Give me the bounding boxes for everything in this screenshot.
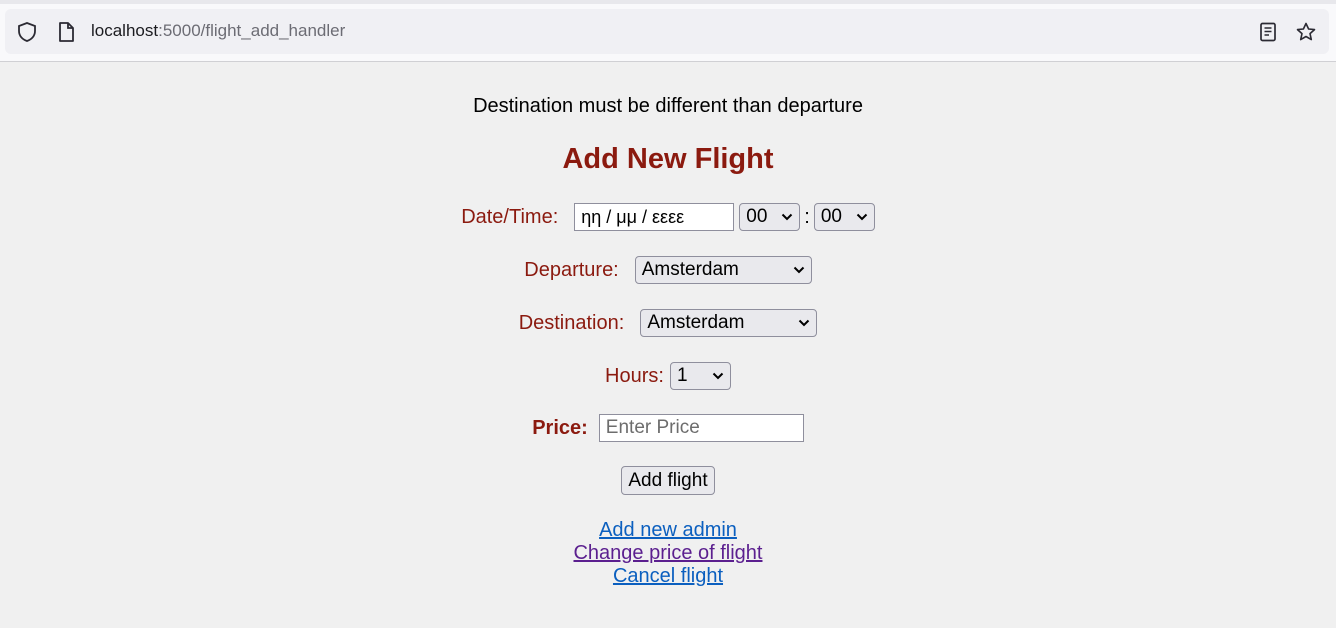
address-bar[interactable]: localhost:5000/flight_add_handler: [5, 9, 1329, 54]
datetime-label: Date/Time:: [461, 205, 559, 228]
add-admin-link[interactable]: Add new admin: [0, 519, 1336, 542]
chevron-down-icon: [712, 372, 724, 380]
shield-icon[interactable]: [16, 21, 38, 43]
hour-select[interactable]: 00: [739, 203, 801, 231]
add-flight-button[interactable]: Add flight: [621, 466, 715, 495]
departure-row: Departure: Amsterdam: [0, 256, 1336, 284]
hours-select[interactable]: 1: [669, 362, 731, 390]
minute-select[interactable]: 00: [813, 203, 875, 231]
destination-value: Amsterdam: [647, 312, 745, 333]
url-host: localhost: [91, 21, 159, 40]
price-label: Price:: [532, 416, 588, 439]
destination-select[interactable]: Amsterdam: [640, 309, 818, 337]
minute-value: 00: [820, 206, 842, 227]
hours-row: Hours: 1: [0, 362, 1336, 390]
page-icon[interactable]: [55, 21, 77, 43]
nav-links: Add new admin Change price of flight Can…: [0, 519, 1336, 588]
reader-view-icon[interactable]: [1257, 21, 1279, 43]
chevron-down-icon: [793, 266, 804, 274]
browser-toolbar: localhost:5000/flight_add_handler: [0, 0, 1336, 62]
price-row: Price: Enter Price: [0, 414, 1336, 442]
departure-value: Amsterdam: [641, 259, 739, 280]
hours-value: 1: [676, 365, 688, 386]
cancel-flight-link[interactable]: Cancel flight: [0, 565, 1336, 588]
chevron-down-icon: [782, 213, 793, 221]
page-content: Destination must be different than depar…: [0, 61, 1336, 628]
chevron-down-icon: [856, 213, 868, 221]
departure-select[interactable]: Amsterdam: [634, 256, 812, 284]
page-title: Add New Flight: [562, 143, 774, 175]
url-path: :5000/flight_add_handler: [158, 21, 346, 40]
date-input[interactable]: ηη / μμ / εεεε: [574, 203, 735, 231]
time-separator: :: [804, 205, 810, 228]
tab-strip: [0, 0, 1336, 4]
error-message: Destination must be different than depar…: [473, 95, 863, 117]
datetime-row: Date/Time: ηη / μμ / εεεε 00 : 00: [0, 203, 1336, 231]
chevron-down-icon: [799, 319, 810, 327]
destination-label: Destination:: [518, 311, 625, 334]
submit-row: Add flight: [0, 466, 1336, 495]
hour-value: 00: [746, 206, 768, 227]
destination-row: Destination: Amsterdam: [0, 309, 1336, 337]
hours-label: Hours:: [605, 364, 664, 387]
departure-label: Departure:: [524, 258, 619, 281]
bookmark-star-icon[interactable]: [1295, 21, 1317, 43]
url-text[interactable]: localhost:5000/flight_add_handler: [91, 21, 345, 41]
price-input[interactable]: Enter Price: [598, 414, 804, 442]
change-price-link[interactable]: Change price of flight: [0, 542, 1336, 565]
